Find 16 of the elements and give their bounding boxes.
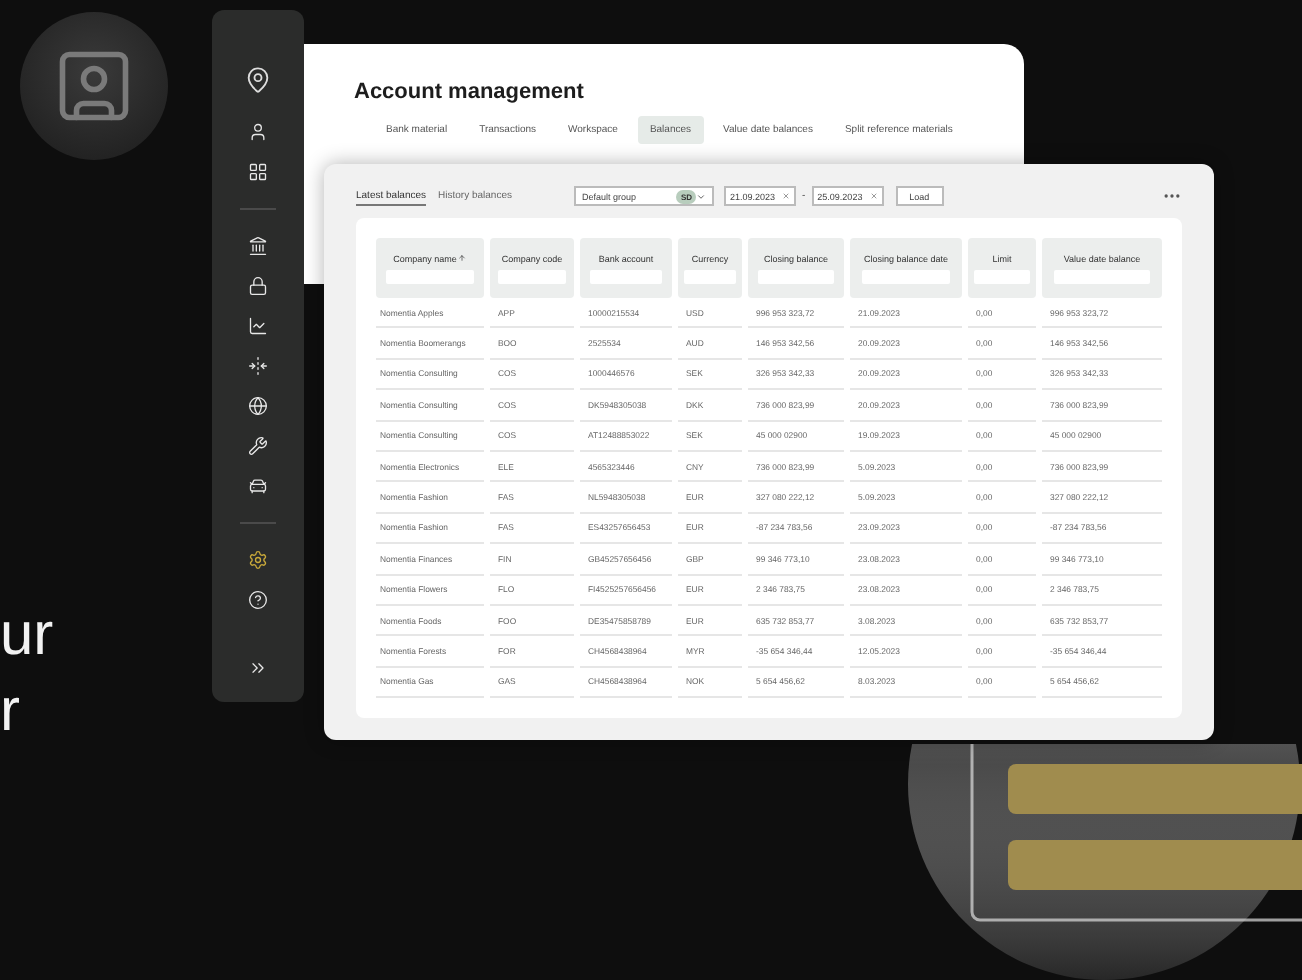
grid-icon[interactable] (248, 162, 268, 182)
lock-icon[interactable] (248, 276, 268, 296)
globe-icon[interactable] (248, 396, 268, 416)
headline-text: r (0, 676, 22, 748)
caret-icon (696, 191, 706, 201)
help-icon[interactable] (248, 590, 268, 610)
settings-icon[interactable] (248, 550, 268, 570)
bank-icon[interactable] (248, 236, 268, 256)
car-icon[interactable] (248, 476, 268, 496)
line-chart-icon[interactable] (248, 316, 268, 336)
headline-text: ur (0, 600, 54, 672)
chevrons-icon[interactable] (248, 658, 268, 678)
pin-icon[interactable] (244, 66, 272, 94)
user-icon[interactable] (248, 122, 268, 142)
wrench-icon[interactable] (248, 436, 268, 456)
window-title: Account management (354, 80, 586, 104)
